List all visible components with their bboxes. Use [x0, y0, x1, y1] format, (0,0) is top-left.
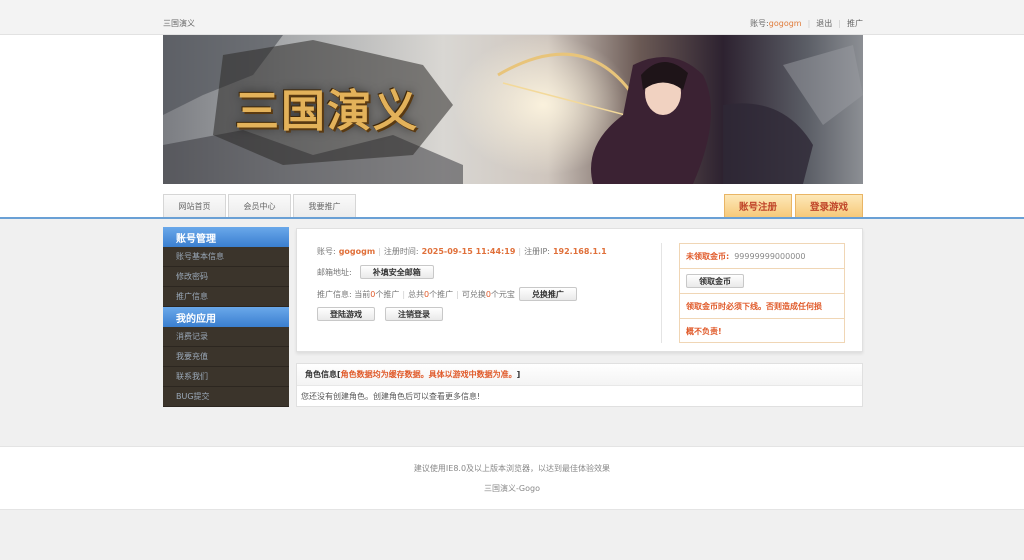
action-line: 登陆游戏 注销登录	[317, 307, 443, 321]
sidebar-item-change-password[interactable]: 修改密码	[163, 267, 289, 287]
nav-actions: 账号注册 登录游戏	[721, 194, 863, 217]
panel-divider	[661, 243, 662, 343]
footer-browser-note: 建议使用IE8.0及以上版本浏览器，以达到最佳体验效果	[413, 464, 611, 473]
logout-button[interactable]: 注销登录	[385, 307, 443, 321]
role-title-note: 角色数据均为缓存数据。具体以游戏中数据为准。	[340, 370, 517, 379]
top-bar: 三国演义 账号: gogogm | 退出 | 推广	[0, 0, 1024, 35]
sidebar-item-account-info[interactable]: 账号基本信息	[163, 247, 289, 267]
sidebar: 账号管理 账号基本信息 修改密码 推广信息 我的应用 消费记录 我要充值 联系我…	[163, 227, 289, 407]
sidebar-item-recharge[interactable]: 我要充值	[163, 347, 289, 367]
regip-label: 注册IP:	[524, 247, 550, 256]
login-game-nav-button[interactable]: 登录游戏	[795, 194, 863, 217]
promo-line: 推广信息: 当前 0 个推广 | 总共 0 个推广 | 可兑换 0 个元宝 兑换…	[317, 287, 577, 301]
separator: |	[838, 19, 841, 28]
account-info-panel: 账号: gogogm | 注册时间: 2025-09-15 11:44:19 |…	[296, 228, 863, 352]
register-button[interactable]: 账号注册	[724, 194, 792, 217]
chain-shape	[783, 45, 863, 125]
gold-warning-row: 领取金币时必须下线。否则造成任何损	[680, 294, 844, 319]
role-title: 角色信息[	[305, 370, 341, 379]
footer-copyright: 三国演义-Gogo	[484, 484, 540, 493]
promo-exchange-label: 可兑换	[461, 289, 486, 299]
gold-balance-row: 未领取金币: 99999999000000	[680, 244, 844, 269]
tab-promote[interactable]: 我要推广	[293, 194, 356, 217]
gold-panel: 未领取金币: 99999999000000 领取金币 领取金币时必须下线。否则造…	[679, 243, 845, 343]
game-logo: 三国演义	[235, 86, 419, 137]
regtime-label: 注册时间:	[383, 247, 419, 256]
account-line: 账号: gogogm | 注册时间: 2025-09-15 11:44:19 |…	[317, 246, 607, 257]
fill-email-button[interactable]: 补填安全邮箱	[359, 265, 434, 279]
role-info-panel: 角色信息[ 角色数据均为缓存数据。具体以游戏中数据为准。 ] 您还没有创建角色。…	[296, 363, 863, 407]
separator: |	[807, 19, 811, 28]
nav-divider	[0, 217, 1024, 219]
main-nav: 网站首页 会员中心 我要推广	[163, 194, 358, 217]
account-username: gogogm	[338, 247, 376, 256]
site-name: 三国演义	[163, 19, 195, 28]
role-title-end: ]	[516, 370, 521, 379]
account-label: 账号:	[317, 247, 336, 256]
promo-label: 推广信息: 当前	[317, 289, 371, 299]
tab-member-center[interactable]: 会员中心	[228, 194, 291, 217]
email-label: 邮箱地址:	[317, 267, 352, 277]
username: gogogm	[768, 19, 802, 28]
regip-value: 192.168.1.1	[552, 247, 607, 256]
promo-text: 个推广	[429, 289, 454, 299]
role-empty-message: 您还没有创建角色。创建角色后可以查看更多信息!	[301, 392, 481, 401]
account-label: 账号:	[750, 19, 769, 28]
promote-link[interactable]: 推广	[847, 18, 863, 29]
gold-warning-1: 领取金币时必须下线。否则造成任何损	[686, 301, 822, 311]
sidebar-item-bug-report[interactable]: BUG提交	[163, 387, 289, 407]
separator: |	[402, 289, 406, 299]
gold-warning-row: 概不负责!	[680, 319, 844, 344]
sidebar-item-promo-info[interactable]: 推广信息	[163, 287, 289, 307]
email-line: 邮箱地址: 补填安全邮箱	[317, 265, 434, 279]
user-links: 账号: gogogm | 退出 | 推广	[750, 18, 863, 29]
sidebar-section-apps: 我的应用	[163, 307, 289, 327]
separator: |	[378, 247, 381, 256]
login-game-button[interactable]: 登陆游戏	[317, 307, 375, 321]
regtime-value: 2025-09-15 11:44:19	[421, 247, 516, 256]
gold-label: 未领取金币:	[686, 251, 730, 261]
gold-claim-row: 领取金币	[680, 269, 844, 294]
promo-unit: 个元宝	[490, 289, 515, 299]
sidebar-item-consumption[interactable]: 消费记录	[163, 327, 289, 347]
sidebar-item-contact[interactable]: 联系我们	[163, 367, 289, 387]
gold-value: 99999999000000	[734, 251, 806, 261]
sidebar-section-account: 账号管理	[163, 227, 289, 247]
claim-gold-button[interactable]: 领取金币	[686, 274, 744, 288]
robe-shape	[723, 103, 813, 184]
exchange-promo-button[interactable]: 兑换推广	[518, 287, 577, 301]
game-banner: 三国演义	[163, 35, 863, 184]
promo-text: 个推广	[375, 289, 400, 299]
gold-warning-2: 概不负责!	[686, 327, 722, 336]
role-info-header: 角色信息[ 角色数据均为缓存数据。具体以游戏中数据为准。 ]	[297, 364, 862, 386]
footer: 建议使用IE8.0及以上版本浏览器，以达到最佳体验效果 三国演义-Gogo	[0, 446, 1024, 510]
separator: |	[518, 247, 522, 256]
separator: |	[456, 289, 459, 299]
promo-total-label: 总共	[408, 289, 425, 299]
logout-link[interactable]: 退出	[816, 18, 832, 29]
tab-home[interactable]: 网站首页	[163, 194, 226, 217]
